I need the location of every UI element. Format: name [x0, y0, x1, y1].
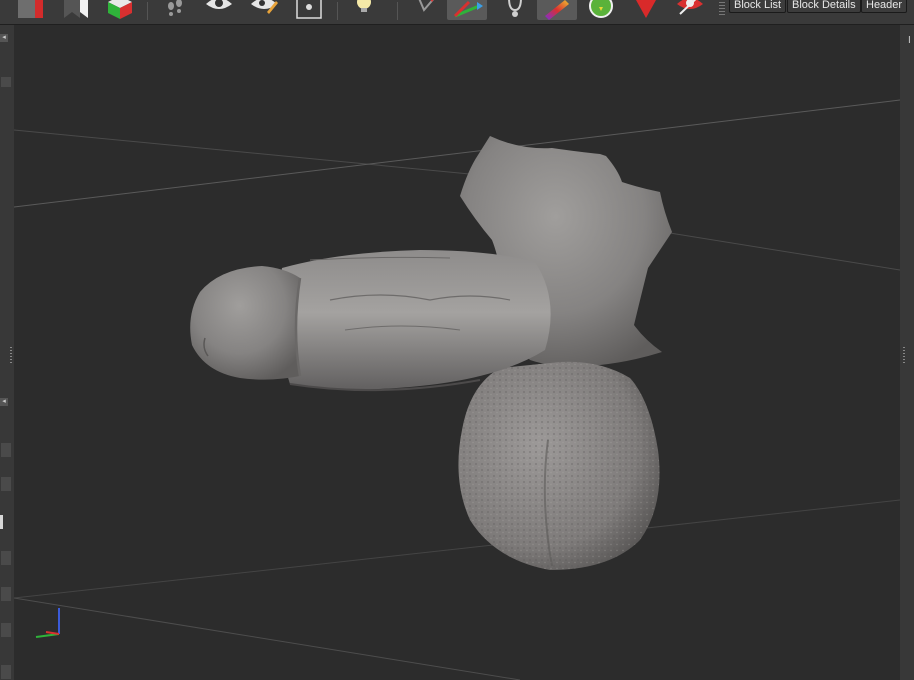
- left-tool-slot[interactable]: [1, 443, 11, 457]
- bookmark-flag-icon[interactable]: [60, 0, 90, 20]
- left-tool-slot[interactable]: [1, 623, 11, 637]
- model-tip: [190, 266, 300, 380]
- main-toolbar: Block List Block Details Header: [0, 0, 914, 25]
- block-details-button[interactable]: Block Details: [787, 0, 861, 13]
- toolbar-grip[interactable]: [719, 2, 725, 16]
- eye-icon[interactable]: [204, 0, 234, 20]
- pin-arrow-icon[interactable]: [410, 0, 440, 20]
- header-button[interactable]: Header: [861, 0, 908, 13]
- left-panel-strip: ◂ ◂: [0, 25, 15, 680]
- collapse-left-bottom-icon[interactable]: ◂: [0, 398, 8, 406]
- left-panel-handle[interactable]: [1, 77, 11, 87]
- left-splitter-grip[interactable]: [10, 347, 12, 363]
- model-surface-texture: [458, 361, 660, 570]
- left-tool-slot-active[interactable]: [0, 515, 3, 529]
- solid-cube-icon[interactable]: [15, 0, 45, 20]
- grid-line: [14, 597, 521, 680]
- grid-line: [14, 129, 481, 176]
- left-tool-slot[interactable]: [1, 665, 11, 679]
- left-tool-slot[interactable]: [1, 551, 11, 565]
- toolbar-separator: [397, 2, 398, 20]
- rgb-cube-icon[interactable]: [105, 0, 135, 20]
- hide-eye-icon[interactable]: [675, 0, 705, 20]
- toolbar-separator: [147, 2, 148, 20]
- green-circle-icon[interactable]: [586, 0, 616, 20]
- left-tool-slot[interactable]: [1, 477, 11, 491]
- axis-gizmo: [35, 608, 60, 638]
- 3d-viewport[interactable]: [14, 25, 900, 680]
- stethoscope-icon[interactable]: [500, 0, 530, 20]
- transform-axes-icon[interactable]: [447, 0, 487, 20]
- scene-canvas: [14, 99, 900, 680]
- light-bulb-icon[interactable]: [350, 0, 380, 20]
- camera-frame-icon[interactable]: [294, 0, 324, 20]
- left-tool-slot[interactable]: [1, 587, 11, 601]
- toolbar-separator: [337, 2, 338, 20]
- grid-line: [14, 499, 900, 599]
- right-panel-label: I: [908, 35, 911, 46]
- red-location-pin-icon[interactable]: [631, 0, 661, 20]
- right-splitter-grip[interactable]: [903, 347, 905, 363]
- grid-line: [14, 99, 900, 208]
- gradient-brush-icon[interactable]: [537, 0, 577, 20]
- eye-pencil-icon[interactable]: [249, 0, 279, 20]
- block-list-button[interactable]: Block List: [729, 0, 787, 13]
- footprints-icon[interactable]: [160, 0, 190, 20]
- right-panel-strip: [899, 25, 914, 680]
- collapse-left-top-icon[interactable]: ◂: [0, 34, 8, 42]
